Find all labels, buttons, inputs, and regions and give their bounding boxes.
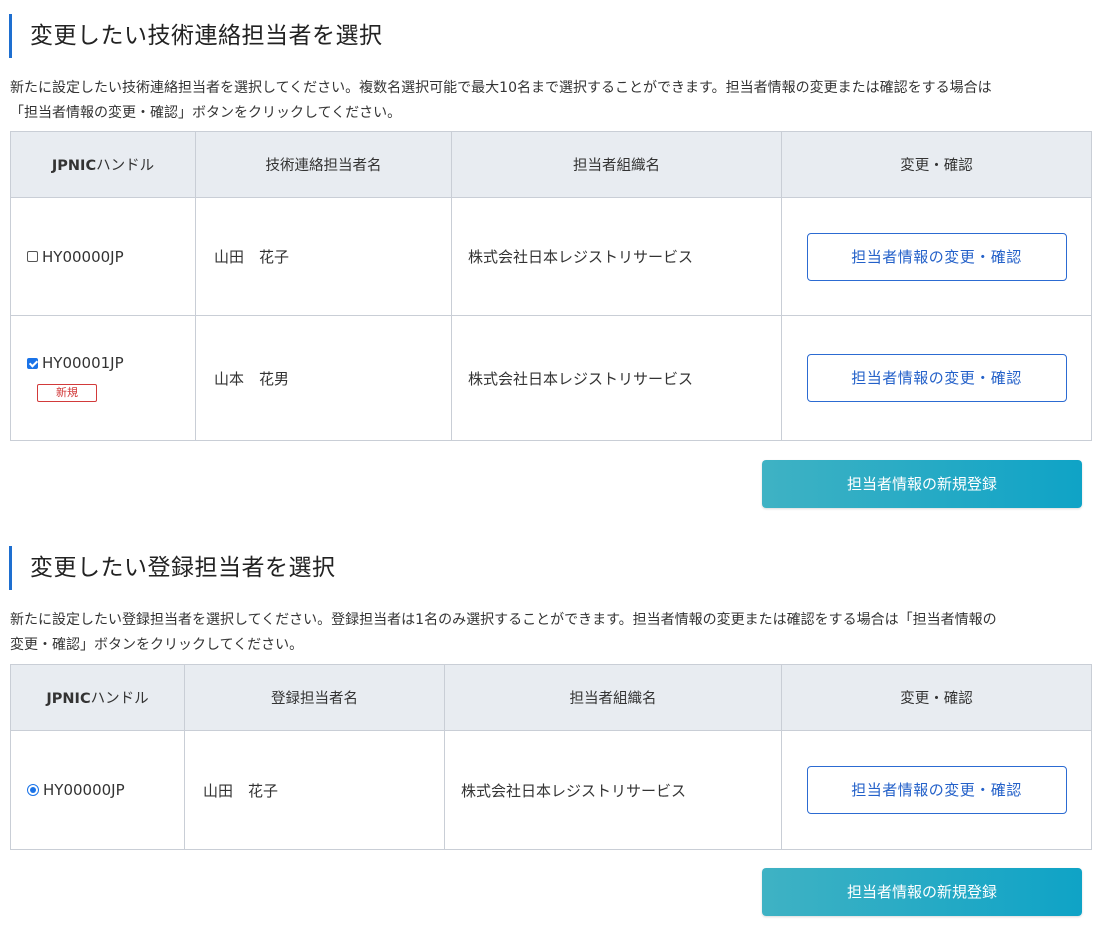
column-header-action: 変更・確認 bbox=[781, 131, 1092, 198]
handle-line: HY00000JP bbox=[27, 781, 184, 799]
handle-text: HY00001JP bbox=[42, 354, 124, 372]
reg-description-line1: 新たに設定したい登録担当者を選択してください。登録担当者は1名のみ選択することが… bbox=[10, 612, 997, 628]
tech-description-line1: 新たに設定したい技術連絡担当者を選択してください。複数名選択可能で最大10名まで… bbox=[10, 80, 992, 96]
register-new-contact-button[interactable]: 担当者情報の新規登録 bbox=[762, 868, 1082, 916]
table-header-row: JPNICハンドル 登録担当者名 担当者組織名 変更・確認 bbox=[10, 664, 1092, 731]
handle-line: HY00001JP bbox=[27, 354, 195, 372]
column-header-name: 登録担当者名 bbox=[184, 664, 445, 731]
select-radio[interactable] bbox=[27, 784, 39, 796]
action-cell: 担当者情報の変更・確認 bbox=[781, 730, 1092, 850]
contact-name: 山本 花男 bbox=[195, 315, 452, 441]
action-cell: 担当者情報の変更・確認 bbox=[781, 315, 1092, 441]
edit-contact-button[interactable]: 担当者情報の変更・確認 bbox=[806, 766, 1067, 814]
tech-contact-table: JPNICハンドル 技術連絡担当者名 担当者組織名 変更・確認 HY00000J… bbox=[10, 131, 1092, 441]
table-row: HY00001JP 新規 山本 花男 株式会社日本レジストリサービス 担当者情報… bbox=[10, 315, 1092, 441]
select-checkbox[interactable] bbox=[27, 251, 38, 262]
handle-line: HY00000JP bbox=[27, 248, 195, 266]
contact-name: 山田 花子 bbox=[195, 197, 452, 316]
handle-cell: HY00001JP 新規 bbox=[10, 315, 196, 441]
handle-cell: HY00000JP bbox=[10, 730, 185, 850]
column-header-action: 変更・確認 bbox=[781, 664, 1092, 731]
column-header-handle: JPNICハンドル bbox=[10, 664, 185, 731]
column-header-handle-suffix: ハンドル bbox=[90, 691, 149, 707]
action-cell: 担当者情報の変更・確認 bbox=[781, 197, 1092, 316]
edit-contact-button[interactable]: 担当者情報の変更・確認 bbox=[806, 354, 1067, 402]
handle-cell: HY00000JP bbox=[10, 197, 196, 316]
column-header-handle: JPNICハンドル bbox=[10, 131, 196, 198]
contact-org: 株式会社日本レジストリサービス bbox=[451, 197, 782, 316]
table-row: HY00000JP 山田 花子 株式会社日本レジストリサービス 担当者情報の変更… bbox=[10, 730, 1092, 850]
column-header-name: 技術連絡担当者名 bbox=[195, 131, 452, 198]
reg-contact-table: JPNICハンドル 登録担当者名 担当者組織名 変更・確認 HY00000JP … bbox=[10, 664, 1092, 850]
handle-text: HY00000JP bbox=[42, 247, 124, 266]
tech-description-line2: 「担当者情報の変更・確認」ボタンをクリックしてください。 bbox=[10, 105, 402, 121]
handle-text: HY00000JP bbox=[43, 781, 125, 799]
edit-contact-button[interactable]: 担当者情報の変更・確認 bbox=[806, 232, 1067, 281]
table-row: HY00000JP 山田 花子 株式会社日本レジストリサービス 担当者情報の変更… bbox=[10, 197, 1092, 316]
table-header-row: JPNICハンドル 技術連絡担当者名 担当者組織名 変更・確認 bbox=[10, 131, 1092, 198]
reg-section-description: 新たに設定したい登録担当者を選択してください。登録担当者は1名のみ選択することが… bbox=[10, 608, 1090, 658]
contact-org: 株式会社日本レジストリサービス bbox=[451, 315, 782, 441]
column-header-handle-suffix: ハンドル bbox=[96, 158, 155, 174]
reg-description-line2: 変更・確認」ボタンをクリックしてください。 bbox=[10, 637, 304, 653]
tech-section-description: 新たに設定したい技術連絡担当者を選択してください。複数名選択可能で最大10名まで… bbox=[10, 76, 1090, 126]
column-header-org: 担当者組織名 bbox=[444, 664, 782, 731]
column-header-org: 担当者組織名 bbox=[451, 131, 782, 198]
register-new-contact-button[interactable]: 担当者情報の新規登録 bbox=[762, 460, 1082, 508]
select-checkbox[interactable] bbox=[27, 357, 38, 369]
reg-section-title: 変更したい登録担当者を選択 bbox=[9, 546, 1079, 590]
new-badge: 新規 bbox=[37, 384, 97, 402]
tech-section-title: 変更したい技術連絡担当者を選択 bbox=[9, 14, 1079, 58]
contact-org: 株式会社日本レジストリサービス bbox=[444, 730, 782, 850]
contact-name: 山田 花子 bbox=[184, 730, 445, 850]
